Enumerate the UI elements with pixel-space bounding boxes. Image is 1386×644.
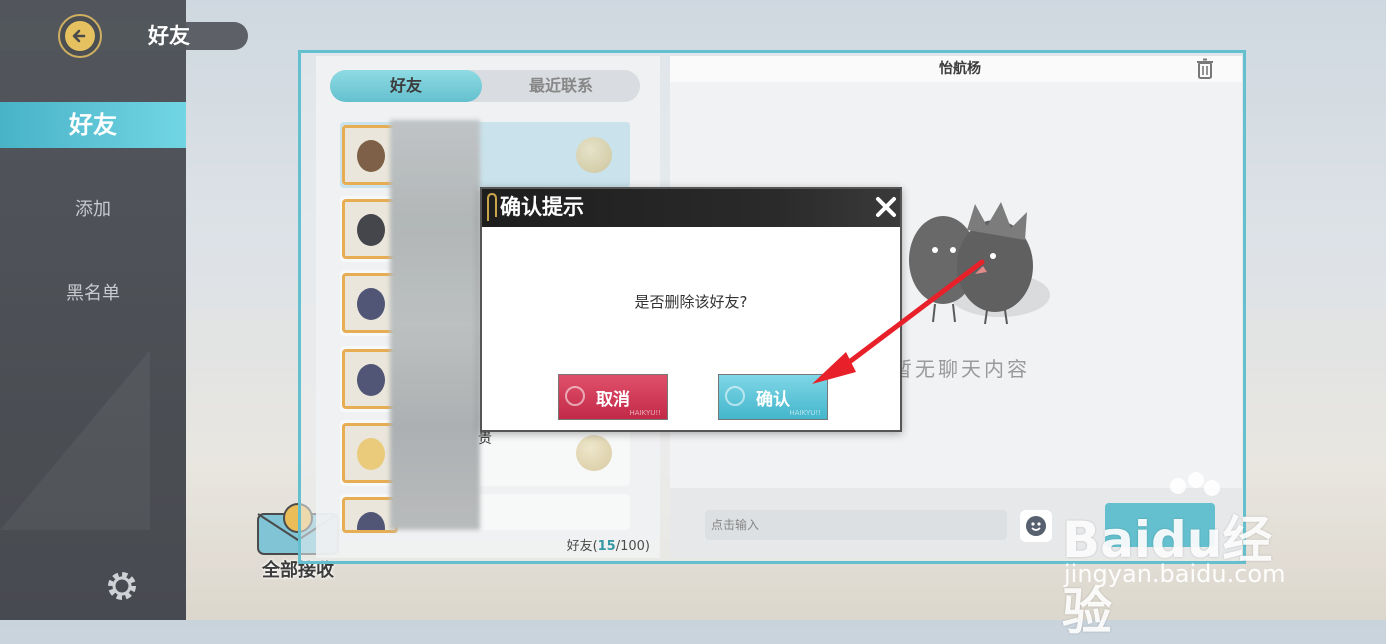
watermark: Baidu经验 jingyan.baidu.com [1062, 470, 1322, 641]
watermark-site: jingyan.baidu.com [1064, 560, 1286, 588]
dialog-header: 确认提示 [482, 189, 900, 227]
paperclip-icon [487, 192, 497, 221]
ring-icon [725, 386, 745, 406]
ring-icon [565, 386, 585, 406]
button-sub-label: HAIKYU!! [629, 409, 661, 417]
dialog-message: 是否删除该好友? [634, 293, 748, 311]
dialog-title: 确认提示 [500, 195, 584, 219]
button-sub-label: HAIKYU!! [789, 409, 821, 417]
close-button[interactable] [872, 193, 900, 221]
confirm-dialog: 确认提示 是否删除该好友? 取消 HAIKYU!! 确认 HAIKYU!! [480, 187, 902, 432]
cancel-button[interactable]: 取消 HAIKYU!! [558, 374, 668, 420]
cancel-label: 取消 [596, 389, 630, 410]
confirm-label: 确认 [756, 389, 790, 410]
confirm-button[interactable]: 确认 HAIKYU!! [718, 374, 828, 420]
close-icon [876, 197, 896, 217]
